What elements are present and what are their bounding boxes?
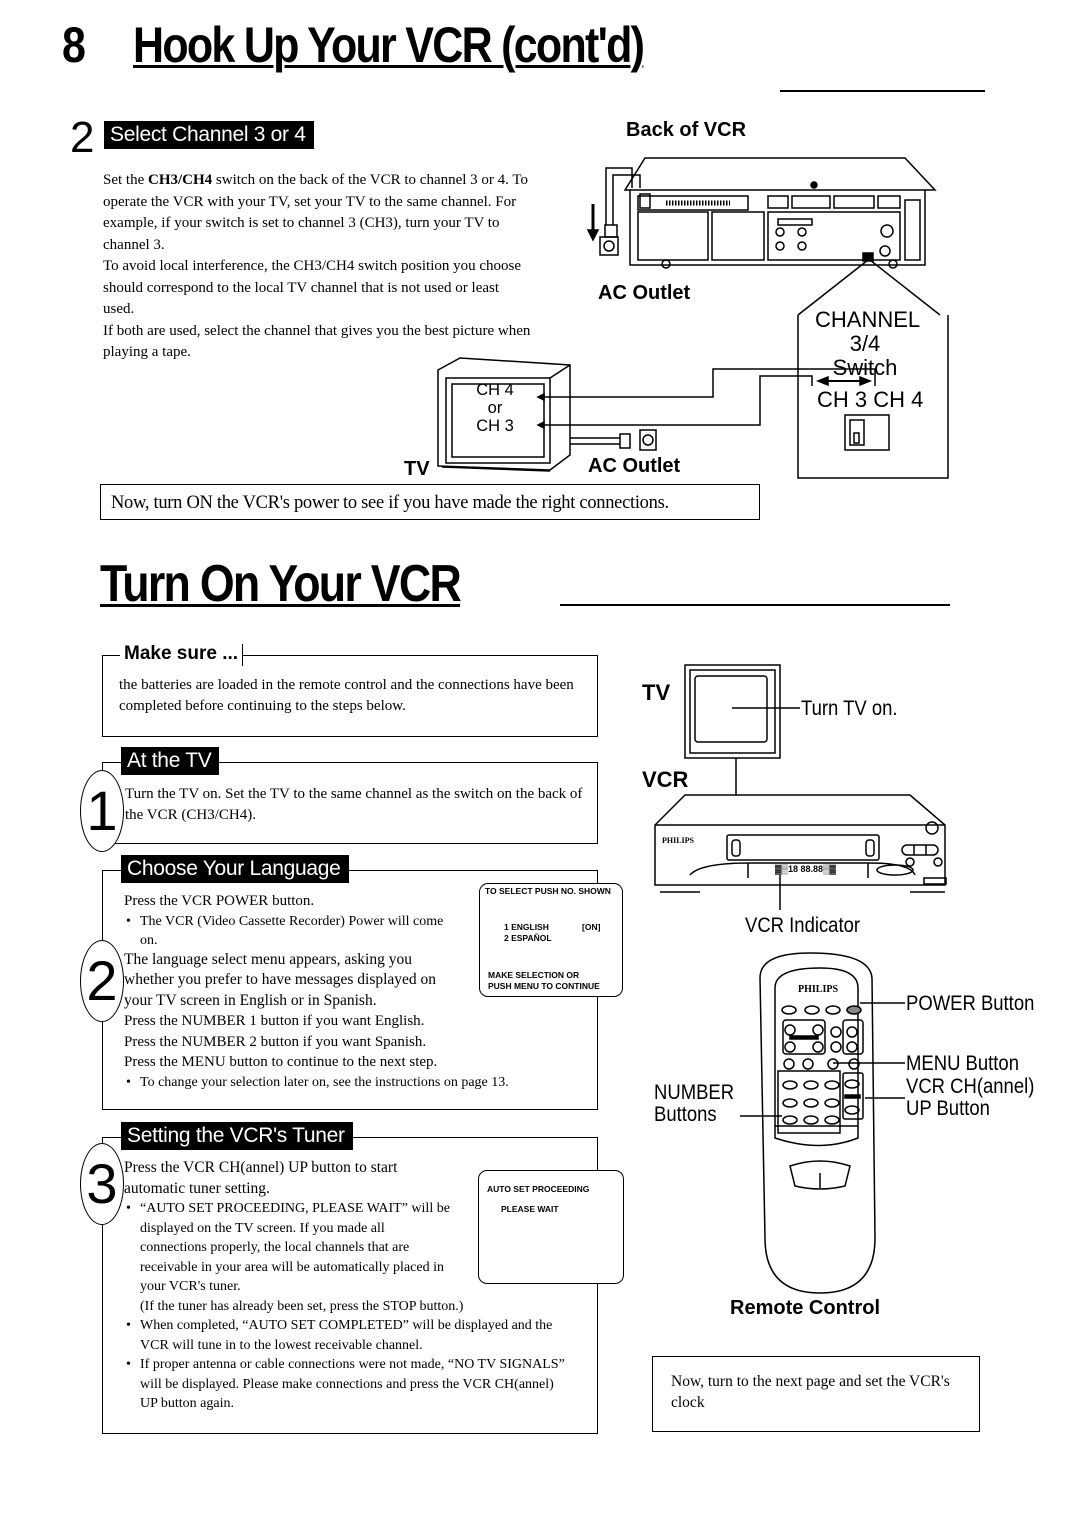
- back-of-vcr-label: Back of VCR: [626, 119, 747, 141]
- bullet-item: To change your selection later on, see t…: [124, 1073, 589, 1094]
- paragraph: To avoid local interference, the CH3/CH4…: [103, 258, 522, 317]
- page-title: Hook Up Your VCR (cont'd): [133, 17, 645, 73]
- bullet-item: If proper antenna or cable connections w…: [124, 1355, 569, 1414]
- bullet-list: The VCR (Video Cassette Recorder) Power …: [124, 912, 454, 950]
- number-label-line: Buttons: [654, 1103, 717, 1126]
- screen-footer: PUSH MENU TO CONTINUE: [488, 981, 600, 991]
- auto-set-screen: AUTO SET PROCEEDING PLEASE WAIT: [478, 1170, 624, 1284]
- screen-line: PLEASE WAIT: [501, 1204, 559, 1214]
- make-sure-label: Make sure ...: [120, 644, 244, 666]
- paragraph: Set the CH3/CH4 switch on the back of th…: [103, 172, 529, 253]
- ac-outlet-label-bottom: AC Outlet: [588, 455, 681, 477]
- screen-option-state: [ON]: [582, 922, 601, 932]
- screen-footer: MAKE SELECTION OR: [488, 970, 580, 980]
- section-rule: [560, 604, 950, 606]
- bullet-item: When completed, “AUTO SET COMPLETED” wil…: [124, 1316, 569, 1355]
- step-3-number: 3: [80, 1143, 124, 1225]
- vcr-indicator-label: VCR Indicator: [745, 914, 861, 937]
- front-tv: [684, 664, 781, 759]
- instruction-line: Press the MENU button to continue to the…: [124, 1054, 438, 1070]
- tv-screen-line: CH 3: [476, 417, 514, 435]
- bullet-item: “AUTO SET PROCEEDING, PLEASE WAIT” will …: [124, 1199, 454, 1297]
- step-2-tag: Choose Your Language: [121, 855, 349, 883]
- step-1-tag: At the TV: [121, 747, 220, 775]
- next-page-note: Now, turn to the next page and set the V…: [652, 1356, 980, 1432]
- callout-title: CHANNEL: [815, 307, 921, 332]
- remote-control-caption: Remote Control: [730, 1297, 880, 1319]
- ch-up-label-line: VCR CH(annel): [906, 1075, 1035, 1098]
- page-number: 8: [62, 17, 86, 73]
- select-channel-tag: Select Channel 3 or 4: [104, 121, 314, 149]
- title-rule: [780, 90, 985, 92]
- connection-check-note: Now, turn ON the VCR's power to see if y…: [100, 484, 760, 520]
- language-menu-screen: TO SELECT PUSH NO. SHOWN 1 ENGLISH [ON] …: [479, 883, 623, 997]
- power-button-label: POWER Button: [906, 992, 1035, 1015]
- step-2-number: 2: [80, 940, 124, 1022]
- tv-label: TV: [404, 458, 430, 480]
- step-1-text: Turn the TV on. Set the TV to the same c…: [125, 786, 583, 823]
- ch-switch: [862, 252, 874, 262]
- screen-option-espanol: 2 ESPAÑOL: [504, 933, 552, 943]
- tv-screen-line: or: [487, 399, 503, 417]
- section-title: Turn On Your VCR: [100, 555, 462, 613]
- screen-line: AUTO SET PROCEEDING: [487, 1184, 590, 1194]
- screen-header: TO SELECT PUSH NO. SHOWN: [485, 886, 611, 896]
- step-3-tag: Setting the VCR's Tuner: [121, 1122, 353, 1150]
- bullet-list: “AUTO SET PROCEEDING, PLEASE WAIT” will …: [124, 1199, 454, 1297]
- instruction-line: Press the NUMBER 2 button if you want Sp…: [124, 1033, 427, 1050]
- page-title-text: Hook Up Your VCR (cont'd): [133, 17, 645, 73]
- tv-screen-line: CH 4: [476, 381, 514, 399]
- vcr-display: ▓▒18 88.88▒▓: [775, 864, 836, 875]
- ch-up-label-line: UP Button: [906, 1097, 990, 1120]
- instruction-line: The language select menu appears, asking…: [124, 950, 437, 1009]
- number-buttons-label: NUMBER Buttons: [654, 1082, 734, 1126]
- ac-outlet-icon: [599, 236, 619, 256]
- bold-term: CH3/CH4: [148, 172, 213, 188]
- substep-number: 2: [70, 113, 95, 162]
- tv-screen-text: CH 4 or CH 3: [473, 381, 517, 435]
- instruction-note: (If the tuner has already been set, pres…: [140, 1298, 464, 1314]
- section-title-text: Turn On Your VCR: [100, 555, 462, 613]
- instruction-line: Press the NUMBER 1 button if you want En…: [124, 1013, 425, 1029]
- menu-button-label: MENU Button: [906, 1052, 1019, 1075]
- bullet-list: To change your selection later on, see t…: [124, 1073, 589, 1094]
- make-sure-text: the batteries are loaded in the remote c…: [119, 677, 574, 714]
- tv-vcr-front-diagram: ▓▒18 88.88▒▓ PHILIPS: [654, 664, 947, 910]
- bullet-list: When completed, “AUTO SET COMPLETED” wil…: [124, 1316, 569, 1414]
- ch-up-button-label: VCR CH(annel) UP Button: [906, 1076, 1034, 1120]
- vcr-front-brand: PHILIPS: [662, 836, 695, 845]
- number-label-line: NUMBER: [654, 1081, 735, 1104]
- bullet-item: The VCR (Video Cassette Recorder) Power …: [124, 912, 454, 950]
- step-1-number: 1: [80, 770, 124, 852]
- select-channel-text: Set the CH3/CH4 switch on the back of th…: [103, 170, 533, 364]
- screen-option-english: 1 ENGLISH: [504, 922, 549, 932]
- instruction-line: Press the VCR CH(annel) UP button to sta…: [124, 1159, 398, 1197]
